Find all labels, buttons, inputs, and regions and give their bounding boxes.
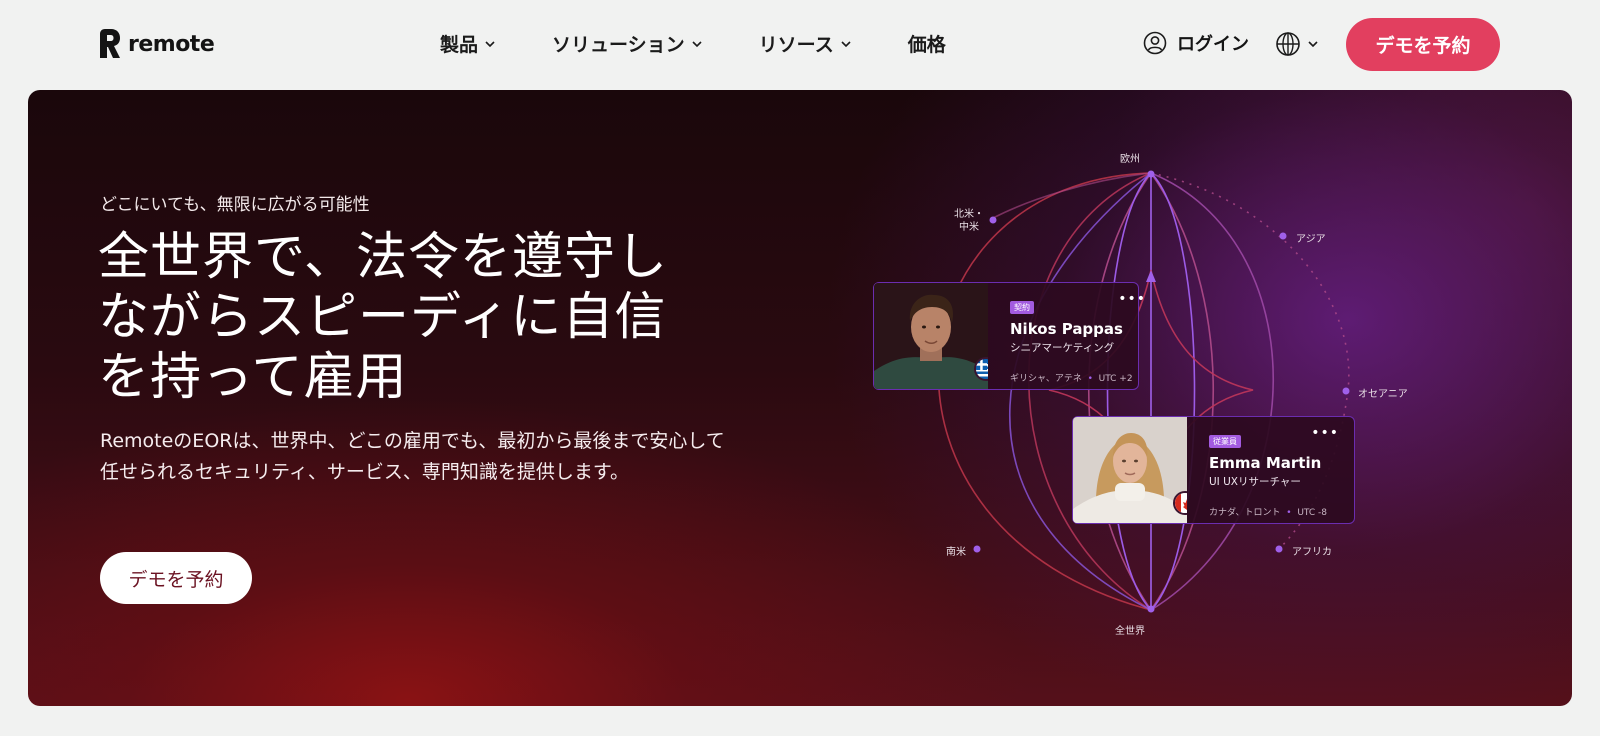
top-navigation: remote 製品 ソリューション リソース 価格 ログイン デモを予約 — [0, 0, 1600, 90]
profile-location: ギリシャ、アテネ • UTC +2 — [1010, 371, 1138, 384]
region-label-europe: 欧州 — [1120, 154, 1140, 165]
separator-dot: • — [1283, 508, 1295, 518]
remote-logo-icon — [100, 29, 120, 58]
chevron-down-icon — [692, 40, 702, 47]
profile-info: 従業員 Emma Martin UI UXリサーチャー カナダ、トロント • U… — [1187, 417, 1339, 523]
hero-book-demo-button[interactable]: デモを予約 — [100, 552, 252, 604]
menu-item-solutions[interactable]: ソリューション — [552, 30, 703, 57]
hero-eyebrow: どこにいても、無限に広がる可能性 — [100, 195, 370, 215]
profile-name: Nikos Pappas — [1010, 320, 1123, 338]
menu-item-label: 価格 — [907, 34, 946, 56]
person-photo-icon — [874, 283, 988, 389]
hero-section: 欧州 北米・ 中米 アジア オセアニア 南米 アフリカ 全世界 契約 Nikos… — [28, 90, 1572, 706]
region-label-text: 北米・ — [954, 209, 984, 220]
chevron-down-icon — [485, 40, 495, 47]
menu-item-label: リソース — [758, 34, 834, 56]
contract-type-badge: 契約 — [1010, 301, 1034, 314]
timezone-text: UTC -8 — [1297, 508, 1328, 518]
profile-role: UI UXリサーチャー — [1209, 476, 1301, 488]
profile-info: 契約 Nikos Pappas シニアマーケティング ギリシャ、アテネ • UT… — [988, 283, 1145, 389]
login-link[interactable]: ログイン — [1143, 30, 1249, 56]
hero-headline: 全世界で、法令を遵守しながらスピーディに自信を持って雇用 — [98, 228, 668, 407]
main-menu: 製品 ソリューション リソース 価格 — [440, 30, 1002, 57]
user-circle-icon — [1143, 31, 1167, 55]
profile-card-nikos[interactable]: 契約 Nikos Pappas シニアマーケティング ギリシャ、アテネ • UT… — [873, 282, 1145, 390]
avatar — [1073, 417, 1187, 523]
contract-type-badge: 従業員 — [1209, 435, 1241, 448]
separator-dot: • — [1084, 374, 1096, 384]
avatar — [874, 283, 988, 389]
region-label-asia: アジア — [1296, 234, 1326, 245]
menu-item-products[interactable]: 製品 — [440, 30, 496, 57]
chevron-down-icon — [1308, 41, 1318, 48]
globe-icon — [1276, 32, 1300, 56]
book-demo-button[interactable]: デモを予約 — [1346, 18, 1500, 71]
region-label-oceania: オセアニア — [1358, 389, 1408, 400]
profile-role: シニアマーケティング — [1010, 342, 1115, 354]
location-text: ギリシャ、アテネ — [1010, 374, 1082, 384]
login-label: ログイン — [1177, 34, 1249, 55]
region-label-north-central-america: 北米・ 中米 — [954, 208, 984, 234]
language-selector[interactable] — [1275, 31, 1319, 57]
profile-name: Emma Martin — [1209, 454, 1322, 472]
region-label-south-america: 南米 — [946, 547, 966, 558]
region-label-text: 中米 — [959, 222, 979, 233]
chevron-down-icon — [841, 40, 851, 47]
more-options-icon[interactable]: ••• — [1311, 425, 1339, 441]
person-photo-icon — [1073, 417, 1187, 523]
region-label-global: 全世界 — [1115, 626, 1145, 637]
profile-location: カナダ、トロント • UTC -8 — [1209, 505, 1337, 518]
menu-item-label: 製品 — [440, 34, 479, 56]
menu-item-resources[interactable]: リソース — [759, 30, 852, 57]
region-label-africa: アフリカ — [1292, 547, 1332, 558]
more-options-icon[interactable]: ••• — [1118, 291, 1146, 307]
profile-card-emma[interactable]: 従業員 Emma Martin UI UXリサーチャー カナダ、トロント • U… — [1072, 416, 1355, 524]
menu-item-label: ソリューション — [552, 34, 685, 56]
menu-item-pricing[interactable]: 価格 — [908, 30, 946, 57]
hero-description: RemoteのEORは、世界中、どこの雇用でも、最初から最後まで安心して任せられ… — [100, 430, 725, 483]
remote-logo[interactable]: remote — [98, 28, 215, 60]
logo-text: remote — [128, 31, 215, 57]
timezone-text: UTC +2 — [1098, 374, 1133, 384]
location-text: カナダ、トロント — [1209, 508, 1281, 518]
